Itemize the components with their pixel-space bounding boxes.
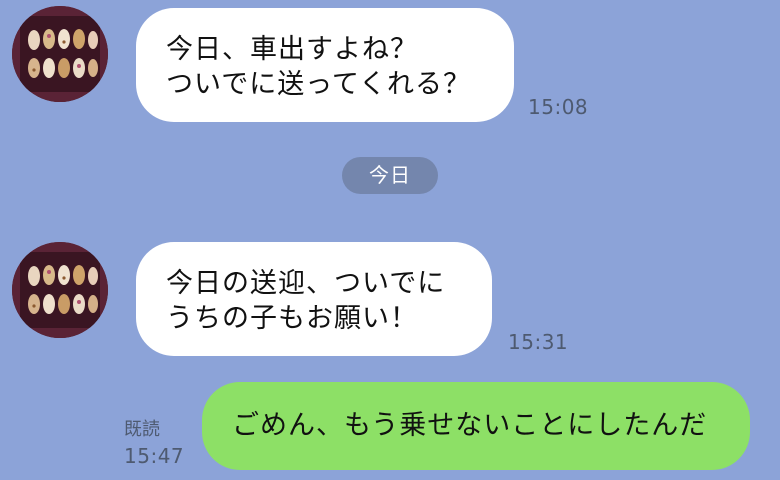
- message-text-line: 今日、車出すよね？: [166, 34, 418, 65]
- message-text-line: 今日の送迎、ついでに: [166, 268, 446, 299]
- message-bubble-outgoing[interactable]: ごめん、もう乗せないことにしたんだ: [202, 382, 750, 470]
- date-separator: 今日: [342, 157, 438, 194]
- avatar[interactable]: [12, 6, 108, 102]
- message-text-line: うちの子もお願い！: [166, 303, 418, 334]
- read-receipt: 既読: [124, 419, 160, 440]
- message-bubble-incoming[interactable]: 今日の送迎、ついでに うちの子もお願い！: [136, 242, 492, 356]
- avatar[interactable]: [12, 242, 108, 338]
- message-timestamp: 15:47: [124, 444, 185, 468]
- nail-art-avatar-icon: [12, 6, 108, 102]
- nail-art-avatar-icon: [12, 242, 108, 338]
- chat-view: 今日、車出すよね？ ついでに送ってくれる？ 15:08 今日 今日の送迎、ついで…: [0, 0, 780, 480]
- message-text-line: ごめん、もう乗せないことにしたんだ: [232, 410, 708, 441]
- message-text-line: ついでに送ってくれる？: [166, 69, 472, 100]
- message-timestamp: 15:31: [508, 330, 569, 354]
- message-bubble-incoming[interactable]: 今日、車出すよね？ ついでに送ってくれる？: [136, 8, 514, 122]
- message-timestamp: 15:08: [528, 95, 589, 119]
